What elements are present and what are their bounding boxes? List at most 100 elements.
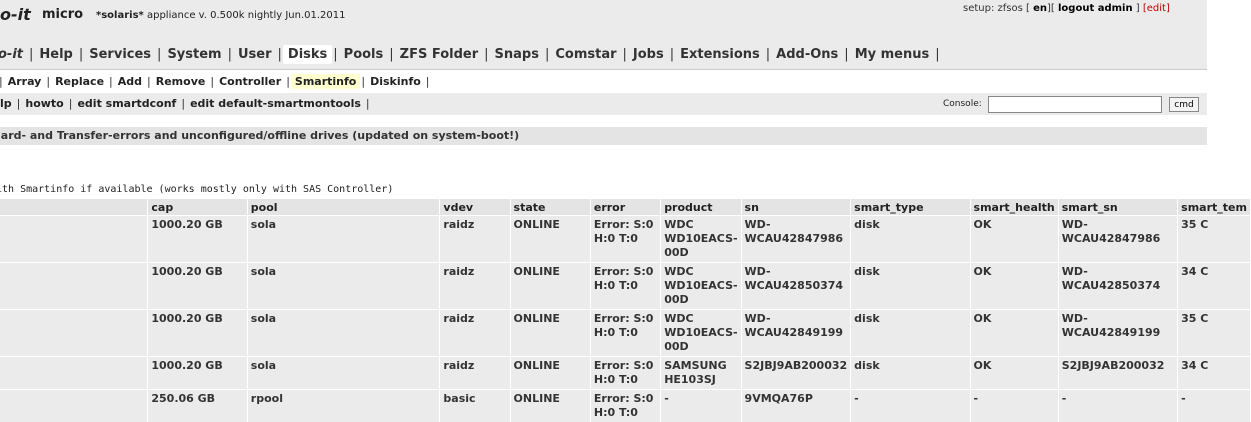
table-cell-state: ONLINE <box>510 263 590 310</box>
edit-link[interactable]: [edit] <box>1143 3 1170 14</box>
console-input[interactable] <box>988 96 1162 113</box>
table-cell-cap: 250.06 GB <box>148 390 247 422</box>
menu-separator: | <box>425 75 431 88</box>
menu-separator: | <box>277 47 283 62</box>
sub-menu-items: |Array|Replace|Add|Remove|Controller|Sma… <box>0 74 431 89</box>
table-cell-smart_type: disk <box>851 357 970 390</box>
table-cell-cap: 1000.20 GB <box>148 310 247 357</box>
table-cell-smart_sn: - <box>1058 390 1177 422</box>
table-cell-smart_tem: 34 C <box>1178 357 1251 390</box>
table-cell-product: WDC WD10EACS-00D <box>661 216 741 263</box>
setup-sep2: ] <box>1136 3 1140 14</box>
table-cell-cap: 1000.20 GB <box>148 263 247 310</box>
column-header-vdev: vdev <box>440 199 510 216</box>
sub-menu-item-smartinfo[interactable]: Smartinfo <box>291 74 360 89</box>
main-menu-item-zfs-folder[interactable]: ZFS Folder <box>395 45 483 64</box>
main-menu-item-snaps[interactable]: Snaps <box>490 45 544 64</box>
table-cell-smart_type: disk <box>851 263 970 310</box>
third-menu-bar: lp|howto|edit smartdconf|edit default-sm… <box>0 93 1207 115</box>
table-cell-smart_health: OK <box>970 357 1058 390</box>
column-header-sn: sn <box>741 199 851 216</box>
table-cell-vdev: basic <box>440 390 510 422</box>
column-header-smart_sn: smart_sn <box>1058 199 1177 216</box>
table-cell-smart_sn: WD-WCAU42849199 <box>1058 310 1177 357</box>
table-cell-vdev: raidz <box>440 263 510 310</box>
language-link[interactable]: en <box>1033 3 1047 14</box>
third-menu-item-lp[interactable]: lp <box>0 96 16 111</box>
table-cell-state: ONLINE <box>510 390 590 422</box>
table-cell-error: Error: S:0 H:0 T:0 <box>590 357 660 390</box>
sub-menu-item-controller[interactable]: Controller <box>215 74 285 89</box>
notice-bar: lard- and Transfer-errors and unconfigur… <box>0 127 1207 145</box>
cmd-button[interactable]: cmd <box>1169 97 1199 112</box>
table-cell-cap: 1000.20 GB <box>148 357 247 390</box>
logout-link[interactable]: logout admin <box>1058 3 1133 14</box>
main-menu-item-my-menus[interactable]: My menus <box>850 45 935 64</box>
appliance-version: appliance v. 0.500k nightly Jun.01.2011 <box>147 10 346 21</box>
main-menu-item-extensions[interactable]: Extensions <box>675 45 765 64</box>
table-cell-sn: 9VMQA76P <box>741 390 851 422</box>
appliance-name: *solaris* <box>96 10 144 21</box>
table-cell-error: Error: S:0 H:0 T:0 <box>590 216 660 263</box>
table-cell-smart_sn: S2JBJ9AB200032 <box>1058 357 1177 390</box>
column-header-state: state <box>510 199 590 216</box>
main-menu-item-add-ons[interactable]: Add-Ons <box>771 45 843 64</box>
column-header-cap: cap <box>148 199 247 216</box>
sub-menu-item-add[interactable]: Add <box>114 74 146 89</box>
main-menu-item-services[interactable]: Services <box>84 45 156 64</box>
header-bar: o-it micro *solaris* appliance v. 0.500k… <box>0 0 1207 39</box>
disks-table: cappoolvdevstateerrorproductsnsmart_type… <box>0 199 1251 422</box>
sub-menu-item-replace[interactable]: Replace <box>51 74 108 89</box>
table-cell-blank <box>0 310 148 357</box>
main-menu-item-system[interactable]: System <box>162 45 226 64</box>
column-header-smart_tem: smart_tem <box>1178 199 1251 216</box>
sub-menu-item-array[interactable]: Array <box>4 74 46 89</box>
setup-prefix: setup: zfsos [ <box>963 3 1030 14</box>
table-cell-smart_type: disk <box>851 216 970 263</box>
table-cell-pool: sola <box>247 263 440 310</box>
table-cell-vdev: raidz <box>440 310 510 357</box>
sub-menu-item-remove[interactable]: Remove <box>152 74 210 89</box>
main-menu-item-o-it[interactable]: o-it <box>0 45 28 64</box>
main-menu-item-help[interactable]: Help <box>34 45 77 64</box>
table-cell-product: - <box>661 390 741 422</box>
main-menu-item-jobs[interactable]: Jobs <box>628 45 669 64</box>
main-menu-item-user[interactable]: User <box>233 45 277 64</box>
table-cell-smart_tem: - <box>1178 390 1251 422</box>
brand-micro: micro <box>42 7 83 22</box>
table-cell-error: Error: S:0 H:0 T:0 <box>590 263 660 310</box>
table-cell-smart_sn: WD-WCAU42850374 <box>1058 263 1177 310</box>
table-cell-smart_type: - <box>851 390 970 422</box>
table-cell-blank <box>0 390 148 422</box>
setup-info: setup: zfsos [ en][ logout admin ] [edit… <box>963 3 1170 14</box>
table-cell-smart_health: OK <box>970 263 1058 310</box>
table-cell-state: ONLINE <box>510 310 590 357</box>
third-menu-item-edit-smartdconf[interactable]: edit smartdconf <box>73 96 180 111</box>
third-menu-item-howto[interactable]: howto <box>21 96 67 111</box>
sub-menu-item-diskinfo[interactable]: Diskinfo <box>366 74 425 89</box>
main-menu-item-pools[interactable]: Pools <box>339 45 389 64</box>
column-header-smart_type: smart_type <box>851 199 970 216</box>
table-cell-smart_health: - <box>970 390 1058 422</box>
third-menu-item-edit-default-smartmontools[interactable]: edit default-smartmontools <box>186 96 365 111</box>
table-cell-sn: S2JBJ9AB200032 <box>741 357 851 390</box>
console-label: Console: <box>943 99 982 109</box>
table-cell-blank <box>0 263 148 310</box>
main-menu-item-comstar[interactable]: Comstar <box>550 45 621 64</box>
table-header-row: cappoolvdevstateerrorproductsnsmart_type… <box>0 199 1251 216</box>
sub-menu: |Array|Replace|Add|Remove|Controller|Sma… <box>0 69 1207 93</box>
table-row: 1000.20 GBsolaraidzONLINEError: S:0 H:0 … <box>0 216 1251 263</box>
smartinfo-note: ith Smartinfo if available (works mostly… <box>0 184 393 195</box>
table-row: 1000.20 GBsolaraidzONLINEError: S:0 H:0 … <box>0 310 1251 357</box>
main-menu-item-disks[interactable]: Disks <box>283 45 332 64</box>
main-menu: o-it|Help|Services|System|User|Disks|Poo… <box>0 39 1207 69</box>
table-cell-sn: WD-WCAU42850374 <box>741 263 851 310</box>
column-header-error: error <box>590 199 660 216</box>
table-cell-blank <box>0 216 148 263</box>
table-cell-product: WDC WD10EACS-00D <box>661 310 741 357</box>
table-row: 1000.20 GBsolaraidzONLINEError: S:0 H:0 … <box>0 357 1251 390</box>
table-cell-smart_type: disk <box>851 310 970 357</box>
appliance-info: *solaris* appliance v. 0.500k nightly Ju… <box>96 10 346 21</box>
table-cell-cap: 1000.20 GB <box>148 216 247 263</box>
table-cell-blank <box>0 357 148 390</box>
